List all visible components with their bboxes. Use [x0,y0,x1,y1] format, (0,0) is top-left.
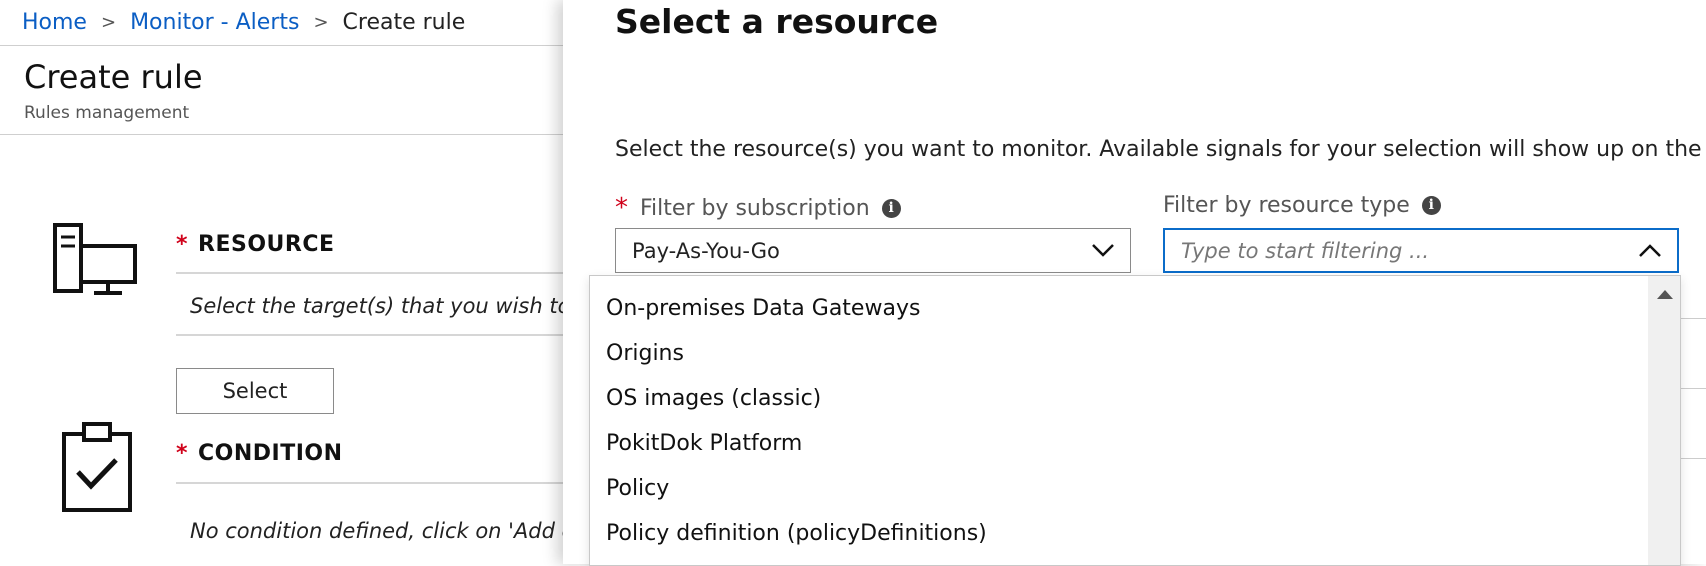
condition-label-text: CONDITION [198,441,343,466]
resource-type-filter-label: Filter by resource type i [1163,193,1441,218]
chevron-down-icon [1092,244,1114,257]
divider [1681,388,1706,389]
divider [176,334,586,336]
condition-section-label: * CONDITION [176,441,343,466]
breadcrumb-monitor-alerts[interactable]: Monitor - Alerts [130,10,299,35]
info-icon[interactable]: i [1421,196,1441,215]
subscription-dropdown[interactable]: Pay-As-You-Go [615,228,1131,273]
list-item[interactable]: Origins [606,341,684,366]
clipboard-check-icon [62,422,132,512]
list-item[interactable]: Policy [606,476,669,501]
resource-section-label: * RESOURCE [176,232,335,257]
divider [176,272,586,274]
divider [176,482,586,484]
resource-type-filter-input[interactable]: Type to start filtering ... [1163,228,1679,273]
scrollbar[interactable] [1648,276,1680,565]
breadcrumb-home[interactable]: Home [22,10,87,35]
subscription-label-text: Filter by subscription [640,195,870,221]
list-item[interactable]: PokitDok Platform [606,431,802,456]
computer-devices-icon [53,223,137,295]
list-item[interactable]: Policy definition (policyDefinitions) [606,521,987,546]
info-icon[interactable]: i [881,198,901,218]
divider [0,134,580,135]
blade-title: Select a resource [615,2,939,41]
create-rule-blade: Home > Monitor - Alerts > Create rule Cr… [0,0,586,564]
resource-type-label-text: Filter by resource type [1163,193,1410,218]
breadcrumb: Home > Monitor - Alerts > Create rule [22,4,465,40]
required-mark: * [615,193,628,223]
condition-description: No condition defined, click on 'Add cond… [190,519,570,543]
scroll-up-arrow-icon[interactable] [1657,290,1673,299]
resource-label-text: RESOURCE [198,232,335,257]
breadcrumb-separator-icon: > [100,11,117,33]
subscription-filter-label: * Filter by subscription i [615,193,901,223]
list-item[interactable]: OS images (classic) [606,386,821,411]
select-resource-blade: Select a resource Select the resource(s)… [563,0,1706,566]
list-item[interactable]: On-premises Data Gateways [606,296,920,321]
resource-type-dropdown-list: On-premises Data Gateways Origins OS ima… [589,275,1681,566]
divider [0,45,580,46]
resource-description: Select the target(s) that you wish to mo… [190,294,570,318]
required-mark: * [176,441,189,466]
breadcrumb-current: Create rule [342,9,466,35]
breadcrumb-separator-icon: > [313,11,329,33]
blade-description: Select the resource(s) you want to monit… [615,137,1702,162]
divider [1681,318,1706,319]
resource-type-placeholder: Type to start filtering ... [1181,238,1430,263]
chevron-up-icon [1639,244,1661,257]
divider [1681,458,1706,459]
required-mark: * [176,232,189,257]
page-subtitle: Rules management [24,103,190,123]
page-title: Create rule [24,58,203,96]
select-resource-button[interactable]: Select [176,368,334,414]
subscription-value: Pay-As-You-Go [632,238,780,263]
